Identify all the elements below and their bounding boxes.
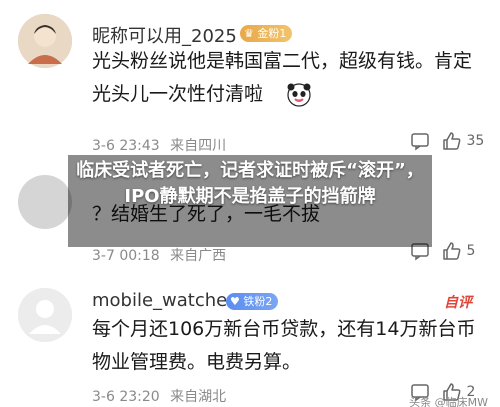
default-avatar-icon — [18, 288, 72, 342]
comment-button[interactable] — [410, 131, 430, 151]
comment-location: 来自广西 — [170, 248, 227, 264]
avatar[interactable] — [18, 175, 72, 229]
comment-meta: 3-6 23:20 来自湖北 — [92, 386, 226, 406]
comment-date: 3-6 23:43 — [92, 138, 160, 154]
crown-icon: ♛ — [244, 27, 254, 40]
comment-meta: 3-7 00:18 来自广西 — [92, 245, 226, 265]
watermark: 头条 @临床MW — [409, 396, 488, 407]
fan-badge: ♛ 金粉1 — [240, 25, 293, 42]
comment-item: mobile_watcher ♥ 铁粉2 每个月还106万新台币贷款，还有14万… — [0, 273, 500, 407]
avatar[interactable] — [18, 14, 72, 68]
reward-label[interactable]: 自评 — [444, 292, 472, 312]
heart-icon: ♥ — [230, 295, 240, 308]
thumbs-up-icon — [443, 242, 461, 260]
username[interactable]: mobile_watcher — [92, 290, 235, 311]
comment-location: 来自湖北 — [170, 389, 227, 405]
panda-emoji-icon — [287, 83, 311, 111]
comment-date: 3-7 00:18 — [92, 248, 160, 264]
like-button[interactable]: 5 — [442, 241, 475, 261]
fan-badge: ♥ 铁粉2 — [226, 293, 279, 310]
comment-meta: 3-6 23:43 来自四川 — [92, 135, 226, 155]
comment-icon — [411, 133, 429, 151]
comment-item: 昵称可以用_2025 ♛ 金粉1 光头粉丝说他是韩国富二代，超级有钱。肯定光头儿… — [0, 0, 500, 155]
like-count: 5 — [466, 243, 476, 259]
comment-text: 每个月还106万新台币贷款，还有14万新台币物业管理费。电费另算。 — [92, 318, 476, 373]
comment-date: 3-6 23:20 — [92, 389, 160, 405]
avatar[interactable] — [18, 288, 72, 342]
avatar-image — [18, 14, 72, 68]
like-count: 35 — [466, 133, 485, 149]
headline-text: 临床受试者死亡，记者求证时被斥“滚开”，IPO静默期不是掐盖子的挡箭牌 — [76, 160, 424, 207]
thumbs-up-icon — [443, 132, 461, 150]
comment-location: 来自四川 — [170, 138, 227, 154]
like-button[interactable]: 35 — [442, 131, 484, 151]
